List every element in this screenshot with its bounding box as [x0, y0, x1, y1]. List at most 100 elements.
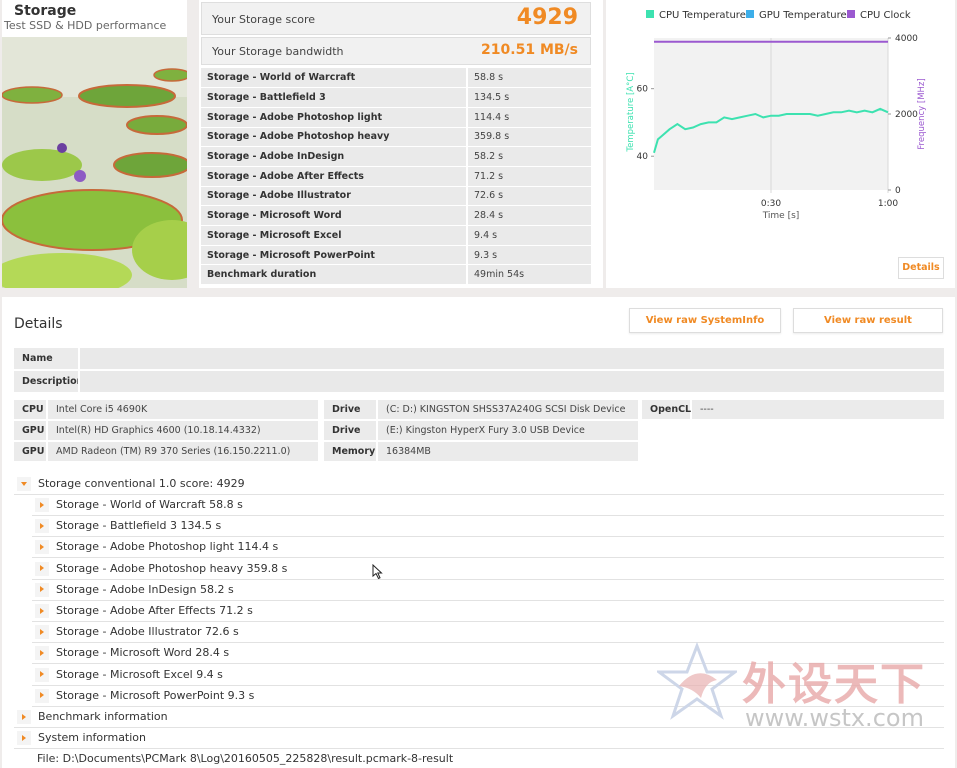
- y2-tick-label: 4000: [895, 34, 918, 44]
- view-raw-result-button[interactable]: View raw result: [793, 308, 943, 333]
- result-name: Storage - Microsoft Word: [201, 205, 468, 226]
- y-axis-label: Temperature [A°C]: [626, 72, 636, 152]
- storage-score-value: 4929: [516, 5, 578, 30]
- expand-arrow-icon[interactable]: [35, 625, 49, 640]
- result-row: Storage - Adobe Photoshop heavy 359.8 s: [201, 127, 591, 148]
- expand-arrow-icon[interactable]: [35, 540, 49, 555]
- water-lily-illustration: [2, 37, 187, 288]
- result-name: Storage - Adobe After Effects: [201, 166, 468, 187]
- mouse-cursor-icon: [372, 564, 383, 580]
- result-value: 58.2 s: [467, 146, 591, 167]
- name-row: Name: [14, 348, 944, 369]
- watermark-url: www.wstx.com: [745, 704, 924, 732]
- tree-subtest-item[interactable]: Storage - Adobe After Effects 71.2 s: [32, 601, 944, 622]
- expand-arrow-icon[interactable]: [35, 688, 49, 703]
- result-name: Storage - Battlefield 3: [201, 87, 468, 108]
- cpu-value: Intel Core i5 4690K: [48, 400, 318, 419]
- temperature-clock-chart: 0:30 1:00 Time [s] 40 60Temperature [A°C] 0 20…: [626, 34, 927, 221]
- details-title: Details: [14, 316, 63, 332]
- collapse-arrow-icon[interactable]: [17, 477, 31, 491]
- y-tick-label: 60: [637, 85, 649, 95]
- result-row: Benchmark duration 49min 54s: [201, 264, 591, 286]
- expand-arrow-icon[interactable]: [35, 667, 49, 682]
- x-tick-label: 1:00: [878, 199, 898, 209]
- tree-subtest-item[interactable]: Storage - World of Warcraft 58.8 s: [32, 495, 944, 516]
- result-name: Storage - World of Warcraft: [201, 68, 468, 89]
- monitoring-chart-panel: CPU Temperature GPU Temperature CPU Cloc…: [606, 0, 955, 288]
- view-raw-systeminfo-button[interactable]: View raw SystemInfo: [629, 308, 781, 333]
- wstx-watermark: 外设天下 www.wstx.com: [657, 642, 947, 742]
- y-tick-label: 40: [637, 152, 649, 162]
- result-value: 28.4 s: [467, 205, 591, 226]
- opencl-value: ----: [692, 400, 944, 419]
- expand-arrow-icon[interactable]: [35, 561, 49, 576]
- storage-bandwidth-value: 210.51 MB/s: [481, 42, 578, 58]
- result-name: Storage - Adobe InDesign: [201, 146, 468, 167]
- result-row: Storage - Microsoft Excel 9.4 s: [201, 225, 591, 246]
- drive-label-1: Drive: [324, 400, 376, 419]
- storage-bandwidth-label: Your Storage bandwidth: [212, 45, 344, 58]
- expand-arrow-icon[interactable]: [35, 604, 49, 618]
- storage-bandwidth-row: Your Storage bandwidth 210.51 MB/s: [201, 37, 591, 65]
- result-name: Storage - Adobe Photoshop heavy: [201, 127, 468, 148]
- details-panel: Details View raw SystemInfo View raw res…: [2, 297, 955, 768]
- result-value: 9.4 s: [467, 225, 591, 246]
- drive-value-1: (C: D:) KINGSTON SHSS37A240G SCSI Disk D…: [378, 400, 638, 419]
- gpu-label-2: GPU: [14, 442, 46, 461]
- result-name: Storage - Microsoft PowerPoint: [201, 245, 468, 266]
- drive-label-2: Drive: [324, 421, 376, 440]
- tree-root-storage-score[interactable]: Storage conventional 1.0 score: 4929: [14, 474, 944, 495]
- result-file-path: File: D:\Documents\PCMark 8\Log\20160505…: [37, 752, 454, 765]
- result-name: Storage - Adobe Illustrator: [201, 186, 468, 207]
- tree-subtest-item[interactable]: Storage - Battlefield 3 134.5 s: [32, 516, 944, 538]
- result-value: 49min 54s: [467, 264, 591, 286]
- star-logo-icon: [657, 642, 737, 720]
- hero-subtitle: Test SSD & HDD performance: [4, 19, 167, 32]
- result-value: 72.6 s: [467, 186, 591, 207]
- tree-subtest-item[interactable]: Storage - Adobe Photoshop heavy 359.8 s: [32, 559, 944, 580]
- expand-arrow-icon[interactable]: [17, 710, 31, 724]
- tree-subtest-item[interactable]: Storage - Adobe Illustrator 72.6 s: [32, 622, 944, 644]
- gpu-label-1: GPU: [14, 421, 46, 440]
- legend-gpu-temperature: GPU Temperature: [746, 10, 847, 21]
- result-row: Storage - Adobe Photoshop light 114.4 s: [201, 107, 591, 128]
- result-value: 9.3 s: [467, 245, 591, 266]
- storage-score-row: Your Storage score 4929: [201, 2, 591, 35]
- result-name: Storage - Microsoft Excel: [201, 225, 468, 246]
- opencl-label: OpenCL: [642, 400, 691, 419]
- watermark-brand-text: 外设天下: [742, 659, 926, 710]
- result-row: Storage - Microsoft Word 28.4 s: [201, 205, 591, 226]
- drive-value-2: (E:) Kingston HyperX Fury 3.0 USB Device: [378, 421, 638, 440]
- name-label: Name: [22, 353, 53, 364]
- result-row: Storage - Adobe InDesign 58.2 s: [201, 146, 591, 167]
- results-table: Storage - World of Warcraft 58.8 s Storage…: [201, 68, 591, 286]
- result-row: Storage - Adobe After Effects 71.2 s: [201, 166, 591, 187]
- memory-value: 16384MB: [378, 442, 638, 461]
- x-axis-label: Time [s]: [762, 211, 800, 221]
- legend-cpu-temperature: CPU Temperature: [646, 10, 746, 21]
- result-value: 58.8 s: [467, 68, 591, 89]
- y2-tick-label: 2000: [895, 110, 918, 120]
- storage-score-label: Your Storage score: [212, 13, 316, 26]
- gpu-value-1: Intel(R) HD Graphics 4600 (10.18.14.4332…: [48, 421, 318, 440]
- description-value: [78, 371, 944, 392]
- y2-axis-label: Frequency [MHz]: [917, 78, 927, 149]
- description-label: Description: [22, 376, 84, 387]
- result-name: Benchmark duration: [201, 264, 468, 286]
- expand-arrow-icon[interactable]: [35, 582, 49, 597]
- result-row: Storage - Microsoft PowerPoint 9.3 s: [201, 245, 591, 266]
- gpu-value-2: AMD Radeon (TM) R9 370 Series (16.150.22…: [48, 442, 318, 461]
- result-row: Storage - Battlefield 3 134.5 s: [201, 87, 591, 108]
- x-tick-label: 0:30: [761, 199, 781, 209]
- chart-details-button[interactable]: Details: [898, 257, 944, 279]
- result-row: Storage - World of Warcraft 58.8 s: [201, 68, 591, 89]
- y2-tick-label: 0: [895, 186, 901, 196]
- expand-arrow-icon[interactable]: [35, 498, 49, 512]
- storage-hero-image: Storage Test SSD & HDD performance: [2, 0, 187, 288]
- expand-arrow-icon[interactable]: [35, 519, 49, 534]
- tree-subtest-item[interactable]: Storage - Adobe InDesign 58.2 s: [32, 580, 944, 601]
- expand-arrow-icon[interactable]: [17, 731, 31, 745]
- tree-subtest-item[interactable]: Storage - Adobe Photoshop light 114.4 s: [32, 537, 944, 559]
- expand-arrow-icon[interactable]: [35, 646, 49, 661]
- result-name: Storage - Adobe Photoshop light: [201, 107, 468, 128]
